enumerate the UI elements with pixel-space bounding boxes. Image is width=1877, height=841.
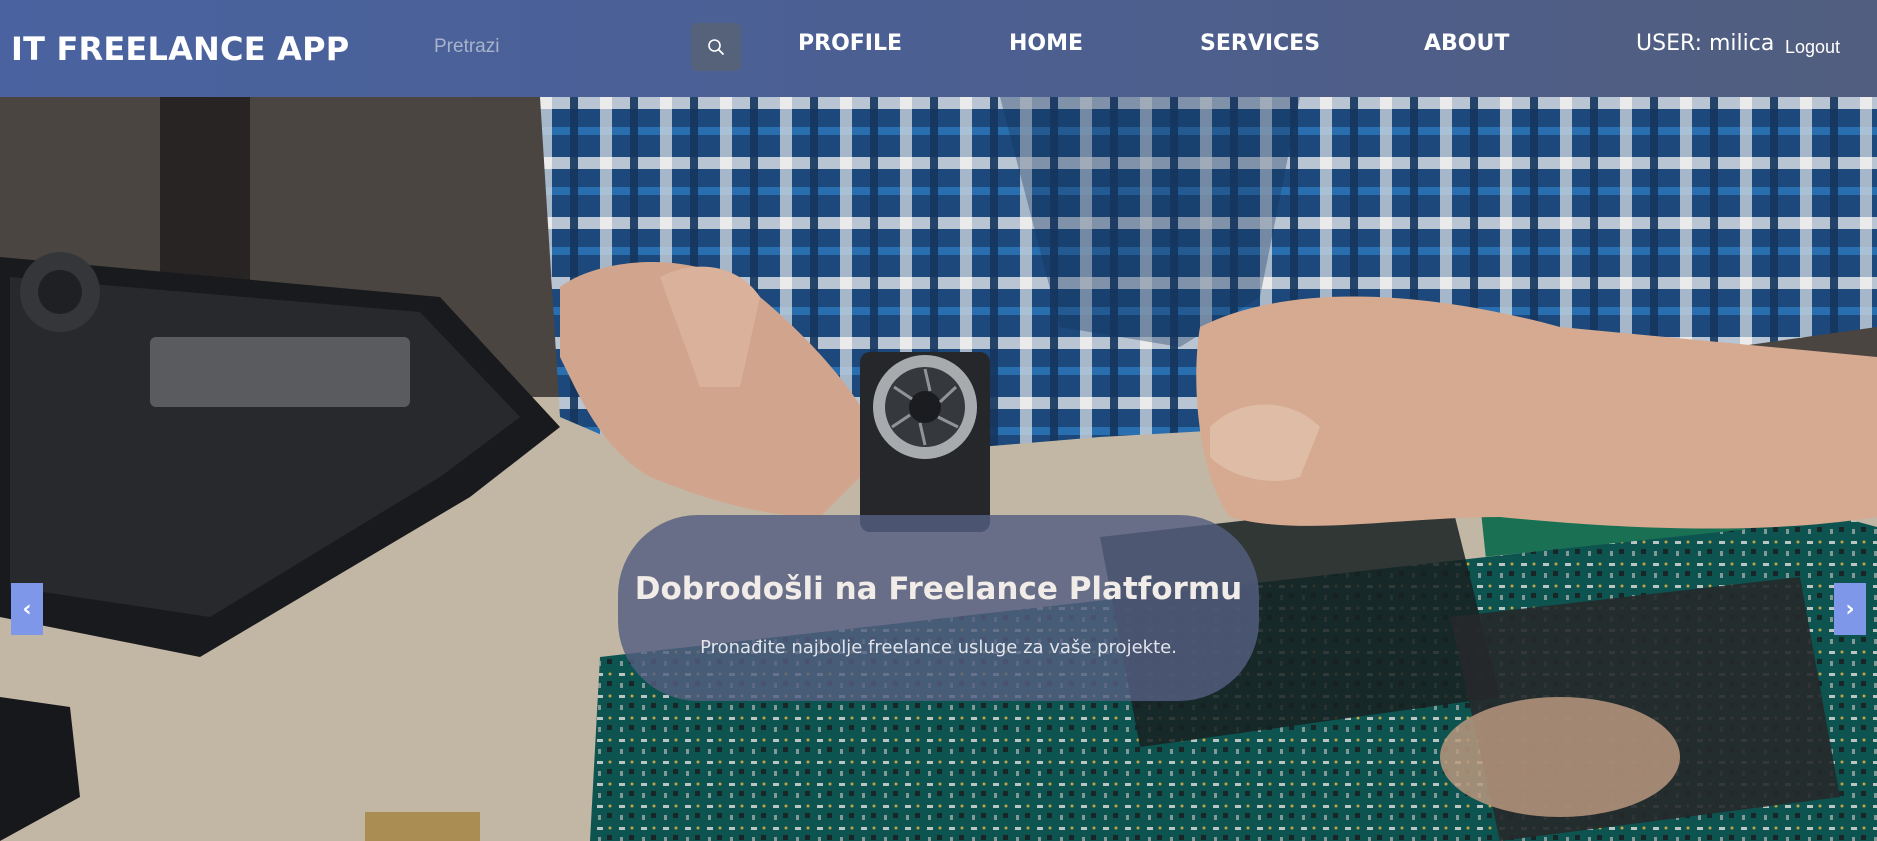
- brand-logo[interactable]: IT FREELANCE APP: [11, 30, 349, 68]
- hero-carousel: Dobrodošli na Freelance Platformu Pronađ…: [0, 97, 1877, 841]
- carousel-caption: Dobrodošli na Freelance Platformu Pronađ…: [618, 515, 1259, 701]
- chevron-right-icon: ›: [1845, 596, 1855, 622]
- hero-background-image: [0, 97, 1877, 841]
- page: IT FREELANCE APP PROFILE HOME SERVICES A…: [0, 0, 1877, 841]
- nav-home-link[interactable]: HOME: [1009, 31, 1083, 56]
- search-button[interactable]: [691, 23, 741, 71]
- carousel-next-button[interactable]: ›: [1834, 583, 1866, 635]
- nav-about-link[interactable]: ABOUT: [1424, 31, 1509, 56]
- nav-services-link[interactable]: SERVICES: [1200, 31, 1320, 56]
- user-label: USER: milica: [1636, 31, 1775, 56]
- chevron-left-icon: ‹: [22, 596, 32, 622]
- search-input[interactable]: [420, 26, 680, 68]
- nav-profile-link[interactable]: PROFILE: [798, 31, 902, 56]
- search-icon: [708, 39, 724, 55]
- carousel-prev-button[interactable]: ‹: [11, 583, 43, 635]
- hero-title: Dobrodošli na Freelance Platformu: [634, 571, 1243, 607]
- navbar: IT FREELANCE APP PROFILE HOME SERVICES A…: [0, 0, 1877, 97]
- hero-subtitle: Pronađite najbolje freelance usluge za v…: [700, 637, 1177, 658]
- logout-button[interactable]: Logout: [1785, 37, 1840, 58]
